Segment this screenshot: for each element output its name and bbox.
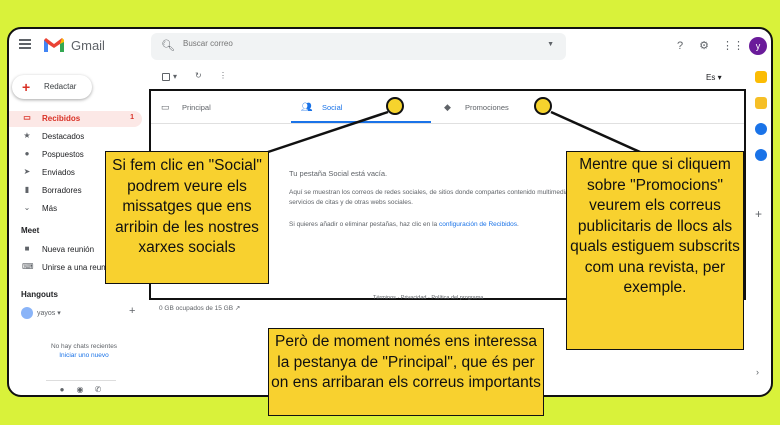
get-addons-icon[interactable]: + bbox=[755, 207, 762, 221]
open-storage-icon[interactable]: ↗ bbox=[235, 305, 240, 312]
tabs-divider bbox=[151, 123, 744, 124]
inbox-tab-icon: ▭ bbox=[161, 102, 170, 112]
chevron-down-icon: ⌄ bbox=[23, 203, 31, 212]
promotions-annotation: Mentre que si cliquem sobre "Promocions"… bbox=[566, 151, 744, 350]
gmail-logo bbox=[44, 38, 64, 52]
sidebar-item-label: Enviados bbox=[42, 168, 75, 177]
sidebar-item-inbox[interactable]: ▭ Recibidos 1 bbox=[9, 111, 142, 127]
people-icon: 👥︎ bbox=[301, 102, 313, 112]
keyboard-icon: ⌨ bbox=[22, 262, 34, 271]
app-name: Gmail bbox=[71, 38, 105, 53]
tab-label: Principal bbox=[182, 103, 211, 112]
storage-usage: 0 GB ocupados de 15 GB ↗ bbox=[159, 304, 240, 312]
compose-button[interactable]: + Redactar bbox=[12, 75, 92, 99]
person-icon[interactable]: ● bbox=[53, 385, 71, 394]
hint-prefix: Si quieres añadir o eliminar pestañas, h… bbox=[289, 221, 439, 228]
select-all-checkbox[interactable] bbox=[162, 73, 170, 81]
storage-text: 0 GB ocupados de 15 GB bbox=[159, 305, 234, 312]
refresh-icon[interactable]: ↻ bbox=[195, 71, 202, 85]
no-recent-chats: No hay chats recientes Iniciar uno nuevo bbox=[29, 342, 139, 360]
hangouts-user[interactable]: yayos ▾ bbox=[21, 307, 61, 319]
sidebar-item-label: Pospuestos bbox=[42, 150, 84, 159]
chat-icon[interactable]: ◉ bbox=[71, 385, 89, 394]
start-new-chat-link[interactable]: Iniciar uno nuevo bbox=[29, 351, 139, 360]
compose-plus-icon: + bbox=[22, 79, 31, 95]
contacts-icon[interactable] bbox=[755, 149, 767, 161]
empty-state-description: Aquí se muestran los correos de redes so… bbox=[289, 189, 580, 206]
account-avatar[interactable]: y bbox=[749, 37, 767, 55]
add-chat-icon[interactable]: + bbox=[129, 305, 135, 317]
search-bar[interactable]: 🔍︎ ▼ bbox=[151, 33, 566, 60]
meet-section-title: Meet bbox=[21, 226, 40, 235]
inbox-icon: ▭ bbox=[23, 113, 31, 122]
promotions-tab-marker bbox=[534, 97, 552, 115]
tasks-icon[interactable] bbox=[755, 123, 767, 135]
draft-icon: ▮ bbox=[24, 185, 30, 194]
send-icon: ➤ bbox=[23, 167, 31, 176]
tab-label: Social bbox=[322, 103, 343, 112]
search-options-icon[interactable]: ▼ bbox=[547, 41, 554, 48]
more-options-icon[interactable]: ⋮ bbox=[219, 71, 227, 85]
expand-panel-icon[interactable]: › bbox=[756, 367, 759, 377]
help-icon[interactable]: ? bbox=[673, 39, 687, 53]
no-recent-text: No hay chats recientes bbox=[50, 343, 118, 350]
tag-icon: ◆ bbox=[444, 102, 451, 112]
search-icon[interactable]: 🔍︎ bbox=[161, 39, 175, 52]
side-panel: + › bbox=[751, 67, 771, 395]
language-select[interactable]: Es ▾ bbox=[706, 73, 722, 82]
sidebar-item-label: Recibidos bbox=[42, 114, 81, 123]
user-avatar bbox=[21, 307, 33, 319]
phone-icon[interactable]: ✆ bbox=[89, 385, 107, 394]
social-annotation: Si fem clic en "Social" podrem veure els… bbox=[105, 151, 269, 284]
empty-state-title: Tu pestaña Social está vacía. bbox=[289, 169, 388, 178]
meet-item-label: Nueva reunión bbox=[42, 245, 95, 254]
social-tab-marker bbox=[386, 97, 404, 115]
tab-social[interactable]: 👥︎ Social bbox=[291, 91, 431, 123]
main-menu-icon[interactable] bbox=[19, 39, 31, 49]
settings-gear-icon[interactable]: ⚙ bbox=[697, 39, 711, 53]
select-dropdown-icon[interactable]: ▾ bbox=[173, 72, 177, 86]
principal-annotation: Però de moment només ens interessa la pe… bbox=[268, 328, 544, 416]
sidebar-item-label: Más bbox=[42, 204, 58, 213]
clock-icon: ● bbox=[24, 149, 30, 158]
video-icon: ■ bbox=[24, 244, 30, 253]
search-input[interactable] bbox=[183, 39, 523, 48]
sidebar-item-starred[interactable]: ★ Destacados bbox=[9, 129, 142, 145]
hangouts-section-title: Hangouts bbox=[21, 290, 58, 299]
hint-suffix: . bbox=[517, 221, 519, 228]
footer-links[interactable]: Términos · Privacidad · Política del pro… bbox=[373, 295, 483, 301]
hangouts-user-name: yayos bbox=[37, 309, 56, 317]
keep-icon[interactable] bbox=[755, 97, 767, 109]
sidebar-item-label: Borradores bbox=[42, 186, 82, 195]
calendar-icon[interactable] bbox=[755, 71, 767, 83]
inbox-count: 1 bbox=[130, 114, 134, 121]
sidebar-item-label: Destacados bbox=[42, 132, 85, 141]
inbox-settings-link[interactable]: configuración de Recibidos bbox=[439, 221, 517, 228]
tab-promotions[interactable]: ◆ Promociones bbox=[434, 91, 574, 123]
language-value: Es bbox=[706, 73, 716, 82]
apps-grid-icon[interactable]: ⋮⋮ bbox=[722, 39, 744, 53]
hangouts-bottom-bar: ● ◉ ✆ bbox=[53, 385, 113, 394]
tab-label: Promociones bbox=[465, 103, 509, 112]
divider bbox=[46, 380, 116, 381]
star-icon: ★ bbox=[23, 131, 31, 140]
empty-state-hint: Si quieres añadir o eliminar pestañas, h… bbox=[289, 221, 519, 228]
tab-principal[interactable]: ▭ Principal bbox=[151, 91, 291, 123]
compose-label: Redactar bbox=[44, 82, 77, 91]
